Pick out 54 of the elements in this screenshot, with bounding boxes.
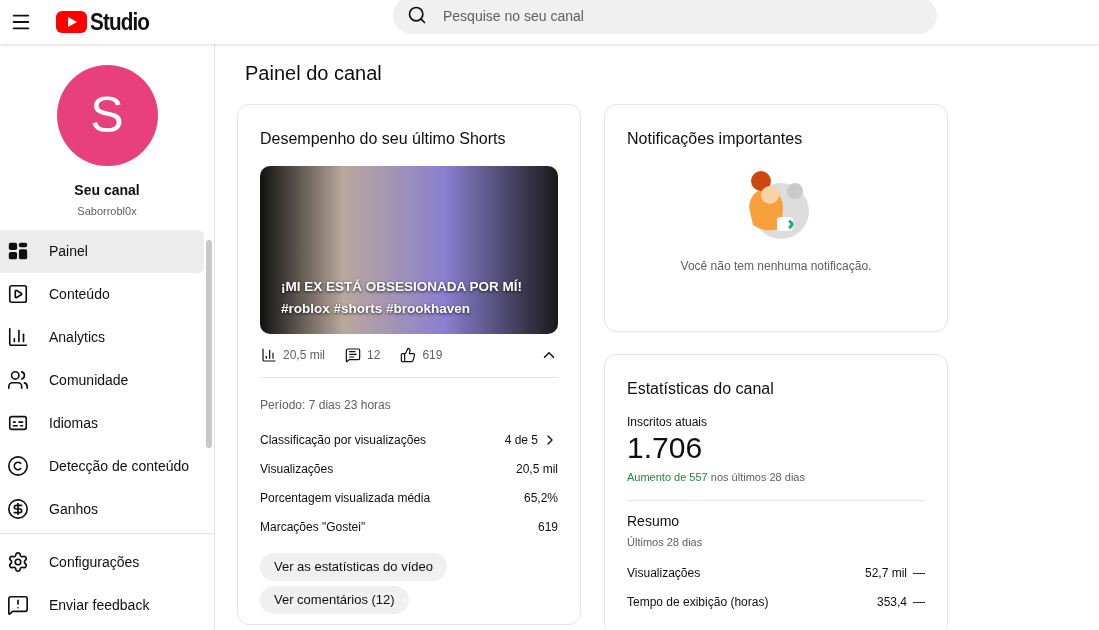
card-title: Estatísticas do canal [627,379,775,399]
feedback-icon [7,594,29,616]
bar-chart-icon [7,326,29,348]
scrollbar[interactable] [206,239,212,448]
card-title: Desempenho do seu último Shorts [260,129,507,149]
stat-label: Classificação por visualizações [260,431,427,449]
stat-value: 353,4 [876,593,907,611]
stat-value: 20,5 mil [515,460,558,478]
avatar[interactable]: S [56,65,158,166]
trend-indicator: — [913,564,925,582]
video-title: ¡MI EX ESTÁ OBSESIONADA POR MÍ! #roblox #shorts #brookhaven [281,278,524,318]
action-button[interactable]: Ver as estatísticas do vídeo [260,553,447,581]
page-title: Painel do canal [244,61,383,86]
search-icon [407,5,427,25]
bar-chart-icon [261,347,277,363]
metric-value: 12 [367,347,381,364]
metric-value: 619 [422,347,443,364]
empty-message: Você não tem nenhuma notificação. [680,258,872,275]
dashboard-icon [7,240,29,262]
stat-label: Tempo de exibição (horas) [627,593,770,611]
subscribers-label: Inscritos atuais [627,414,709,431]
stat-value: 4 de 5 [504,431,538,449]
video-thumbnail[interactable]: ¡MI EX ESTÁ OBSESIONADA POR MÍ! #roblox #shorts #brookhaven [260,166,558,334]
subscriber-count: 1.706 [627,431,704,465]
sidebar-item[interactable]: Painel [0,229,204,273]
stat-value: 619 [537,518,558,536]
copyright-icon [7,455,29,477]
summary-title: Resumo [627,511,681,531]
play-logo-icon [56,11,87,33]
settings-icon [7,551,29,573]
sidebar-item[interactable]: Configurações [0,540,214,584]
stat-label: Marcações "Gostei" [260,518,366,536]
period-text: Período: 7 dias 23 horas [260,397,392,414]
action-button[interactable]: Ver comentários (12) [260,586,409,614]
dollar-icon [7,498,29,520]
stat-label: Visualizações [260,460,334,478]
logo-text: Studio [90,7,149,37]
stat-value: 65,2% [523,489,558,507]
search-field[interactable]: Pesquise no seu canal [393,0,937,34]
trend-indicator: — [913,593,925,611]
summary-period: Últimos 28 dias [627,534,704,550]
stat-label: Porcentagem visualizada média [260,489,431,507]
stat-value: 52,7 mil [864,564,907,582]
sidebar-item[interactable]: Enviar feedback [0,583,214,627]
people-icon [7,369,29,391]
thumbs-up-icon [400,347,417,363]
comment-icon [345,347,362,363]
growth-text: Aumento de 557 nos últimos 28 dias [627,470,806,485]
channel-handle: Saborrobl0x [77,204,137,219]
stat-label: Visualizações [627,564,702,582]
card-title: Notificações importantes [627,129,803,149]
play-square-icon [7,283,29,305]
metric-value: 20,5 mil [283,347,326,364]
channel-title: Seu canal [74,181,140,200]
